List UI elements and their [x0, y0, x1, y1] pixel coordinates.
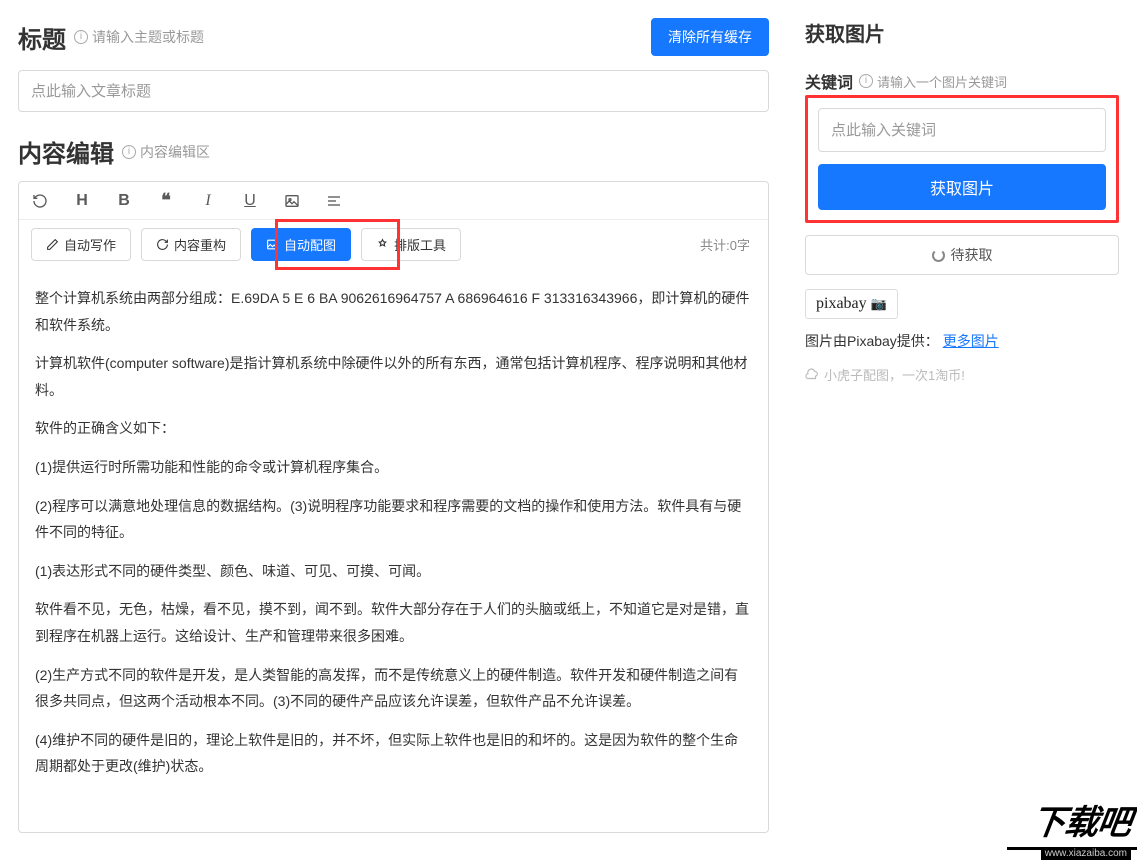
sidebar-panel: 获取图片 关键词 i 请输入一个图片关键词 获取图片 待获取 pixabay 📷…: [787, 0, 1137, 860]
underline-icon[interactable]: U: [241, 192, 259, 210]
footer-note-text: 小虎子配图，一次1淘币!: [824, 365, 965, 384]
layout-tool-label: 排版工具: [394, 235, 446, 254]
restructure-button[interactable]: 内容重构: [141, 228, 241, 261]
keyword-hint: i 请输入一个图片关键词: [859, 72, 1007, 91]
italic-icon[interactable]: I: [199, 192, 217, 210]
watermark-text: 下载吧: [1029, 795, 1135, 844]
cloud-icon: [805, 368, 819, 382]
auto-image-label: 自动配图: [284, 235, 336, 254]
paragraph: 计算机软件(computer software)是指计算机系统中除硬件以外的所有…: [35, 350, 752, 403]
format-toolbar: H B ❝ I U: [19, 182, 768, 220]
article-title-input[interactable]: [18, 70, 769, 112]
keyword-hint-text: 请输入一个图片关键词: [877, 72, 1007, 91]
paragraph: (2)程序可以满意地处理信息的数据结构。(3)说明程序功能要求和程序需要的文档的…: [35, 493, 752, 546]
keyword-input[interactable]: [818, 108, 1106, 152]
pixabay-brand: pixabay: [816, 295, 867, 313]
title-hint-text: 请输入主题或标题: [92, 27, 204, 47]
info-icon: i: [74, 30, 88, 44]
fetch-image-button[interactable]: 获取图片: [818, 164, 1106, 210]
auto-write-label: 自动写作: [64, 235, 116, 254]
pending-status: 待获取: [805, 235, 1119, 275]
paragraph: (1)提供运行时所需功能和性能的命令或计算机程序集合。: [35, 454, 752, 481]
quote-icon[interactable]: ❝: [157, 190, 175, 211]
more-images-link[interactable]: 更多图片: [943, 333, 999, 349]
content-section: 内容编辑 i 内容编辑区 H B ❝ I U: [18, 134, 769, 833]
content-hint-text: 内容编辑区: [140, 142, 210, 162]
sidebar-title: 获取图片: [805, 18, 1119, 47]
content-label: 内容编辑: [18, 134, 114, 169]
auto-image-button[interactable]: 自动配图: [251, 228, 351, 261]
layout-tool-button[interactable]: 排版工具: [361, 228, 461, 261]
content-header: 内容编辑 i 内容编辑区: [18, 134, 769, 169]
footer-note: 小虎子配图，一次1淘币!: [805, 365, 1119, 384]
undo-icon[interactable]: [31, 193, 49, 209]
title-left: 标题 i 请输入主题或标题: [18, 20, 204, 55]
title-header: 标题 i 请输入主题或标题 清除所有缓存: [18, 18, 769, 56]
paragraph: 软件的正确含义如下：: [35, 415, 752, 442]
pixabay-badge: pixabay 📷: [805, 289, 898, 319]
image-icon[interactable]: [283, 193, 301, 209]
auto-write-button[interactable]: 自动写作: [31, 228, 131, 261]
paragraph: (1)表达形式不同的硬件类型、颜色、味道、可见、可摸、可闻。: [35, 558, 752, 585]
editor-box: H B ❝ I U 自动写作: [18, 181, 769, 833]
info-icon: i: [122, 145, 136, 159]
paragraph: (4)维护不同的硬件是旧的，理论上软件是旧的，并不坏，但实际上软件也是旧的和坏的…: [35, 727, 752, 780]
provider-text: 图片由Pixabay提供： 更多图片: [805, 331, 1119, 351]
action-toolbar: 自动写作 内容重构 自动配图 排版工具 共计:0字: [19, 220, 768, 271]
info-icon: i: [859, 74, 873, 88]
provider-prefix: 图片由Pixabay提供：: [805, 333, 939, 349]
paragraph: (2)生产方式不同的软件是开发，是人类智能的高发挥，而不是传统意义上的硬件制造。…: [35, 662, 752, 715]
main-panel: 标题 i 请输入主题或标题 清除所有缓存 内容编辑 i 内容编辑区: [0, 0, 787, 860]
paragraph: 软件看不见，无色，枯燥，看不见，摸不到，闻不到。软件大部分存在于人们的头脑或纸上…: [35, 596, 752, 649]
keyword-label: 关键词: [805, 69, 853, 93]
camera-icon: 📷: [871, 296, 887, 312]
keyword-label-row: 关键词 i 请输入一个图片关键词: [805, 69, 1119, 93]
title-hint: i 请输入主题或标题: [74, 27, 204, 47]
paragraph: 整个计算机系统由两部分组成：E.69DA 5 E 6 BA 9062616964…: [35, 285, 752, 338]
pending-label: 待获取: [951, 245, 993, 265]
title-label: 标题: [18, 20, 66, 55]
clear-cache-button[interactable]: 清除所有缓存: [651, 18, 769, 56]
watermark-url: www.xiazaiba.com: [1041, 847, 1131, 860]
keyword-highlight-box: 获取图片: [805, 95, 1119, 223]
watermark: 下载吧 www.xiazaiba.com: [992, 790, 1137, 860]
heading-icon[interactable]: H: [73, 192, 91, 210]
spinner-icon: [932, 249, 945, 262]
content-hint: i 内容编辑区: [122, 142, 210, 162]
align-icon[interactable]: [325, 193, 343, 209]
bold-icon[interactable]: B: [115, 192, 133, 210]
word-count: 共计:0字: [700, 235, 756, 254]
editor-content[interactable]: 整个计算机系统由两部分组成：E.69DA 5 E 6 BA 9062616964…: [19, 271, 768, 832]
restructure-label: 内容重构: [174, 235, 226, 254]
